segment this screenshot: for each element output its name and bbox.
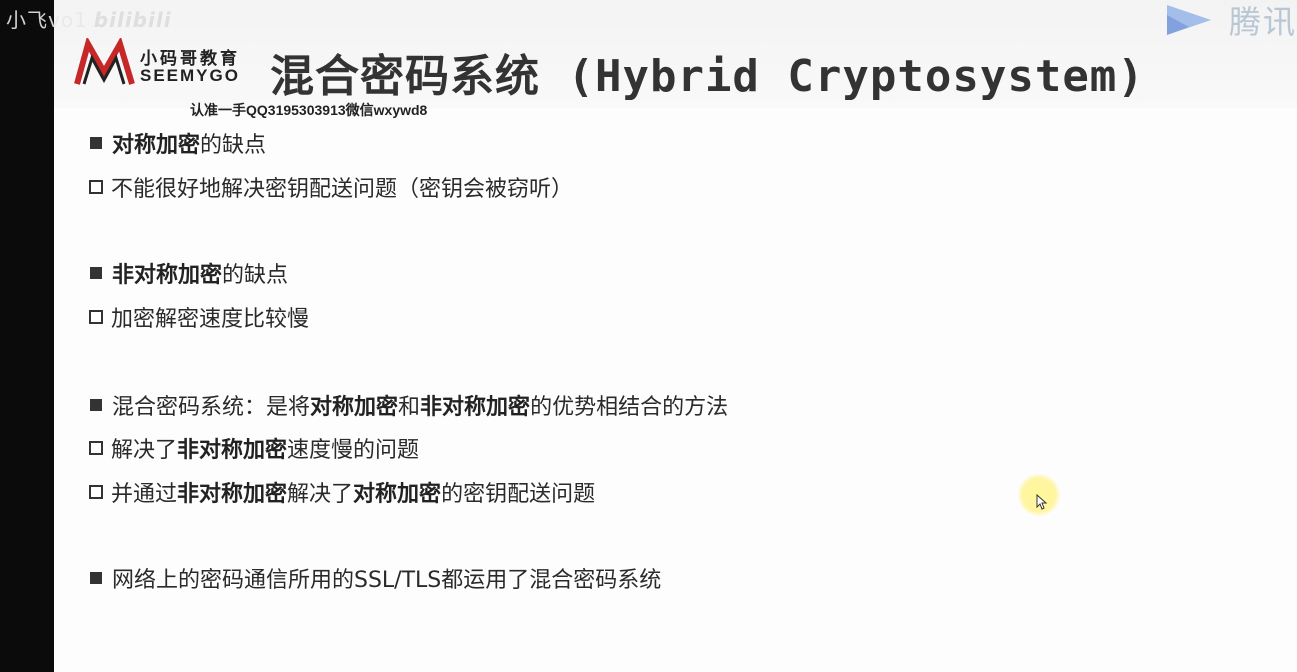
bilibili-logo: bilibili xyxy=(93,8,172,32)
emphasis-text: 对称加密 xyxy=(353,482,442,507)
hollow-square-bullet-icon xyxy=(89,441,103,455)
list-item: 不能很好地解决密钥配送问题（密钥会被窃听） xyxy=(88,172,573,202)
filled-square-bullet-icon xyxy=(90,399,102,411)
left-black-bar xyxy=(0,0,54,672)
item-text: 速度慢的问题 xyxy=(287,438,420,463)
hollow-square-bullet-icon xyxy=(89,485,103,499)
item-text: 的优势相结合的方法 xyxy=(530,395,729,420)
logo-en-text: SEEMYGO xyxy=(140,66,240,85)
slide-title: 混合密码系统 (Hybrid Cryptosystem) xyxy=(270,51,1145,102)
item-text: 网络上的密码通信所用的SSL/TLS都运用了混合密码系统 xyxy=(112,568,662,593)
item-text: 加密解密速度比较慢 xyxy=(111,307,310,332)
brand-text: 腾讯 xyxy=(1228,3,1297,41)
play-icon xyxy=(1166,5,1211,35)
emphasis-text: 非对称加密 xyxy=(112,263,223,288)
mouse-pointer-icon xyxy=(1036,494,1048,510)
emphasis-text: 非对称加密 xyxy=(177,482,288,507)
list-item: 加密解密速度比较慢 xyxy=(88,302,309,332)
hollow-square-bullet-icon xyxy=(89,310,103,324)
item-text: 解决了 xyxy=(287,482,354,507)
item-text: 混合密码系统：是将 xyxy=(112,395,311,420)
item-text: 的密钥配送问题 xyxy=(441,482,596,507)
filled-square-bullet-icon xyxy=(90,137,102,149)
list-item: 混合密码系统：是将 对称加密和非对称加密 的优势相结合的方法 xyxy=(88,390,728,420)
hollow-square-bullet-icon xyxy=(89,180,103,194)
item-text: 解决了 xyxy=(111,438,178,463)
logo-mark-icon xyxy=(74,38,135,85)
item-text: 的缺点 xyxy=(200,133,267,158)
list-item: 非对称加密 的缺点 xyxy=(88,258,288,288)
filled-square-bullet-icon xyxy=(90,267,102,279)
list-item: 网络上的密码通信所用的SSL/TLS都运用了混合密码系统 xyxy=(88,563,661,593)
video-watermark: 小飞vo1 bilibili xyxy=(6,4,172,33)
list-item: 对称加密 的缺点 xyxy=(88,128,266,158)
emphasis-text: 对称加密 xyxy=(310,395,399,420)
seemygo-logo: 小码哥教育 SEEMYGO xyxy=(74,38,244,88)
uploader-name: 小飞vo1 xyxy=(6,8,88,32)
list-item: 解决了 非对称加密 速度慢的问题 xyxy=(88,433,419,463)
emphasis-text: 非对称加密 xyxy=(177,438,288,463)
brand-watermark: 腾讯 xyxy=(1159,0,1297,41)
item-text: 和 xyxy=(398,395,421,420)
filled-square-bullet-icon xyxy=(90,572,102,584)
item-text: 的缺点 xyxy=(222,263,289,288)
item-text: 并通过 xyxy=(111,482,178,507)
item-text: 不能很好地解决密钥配送问题（密钥会被窃听） xyxy=(111,177,574,202)
list-item: 并通过 非对称加密 解决了 对称加密 的密钥配送问题 xyxy=(88,477,595,507)
emphasis-text: 对称加密 xyxy=(112,133,201,158)
emphasis-text: 非对称加密 xyxy=(420,395,531,420)
